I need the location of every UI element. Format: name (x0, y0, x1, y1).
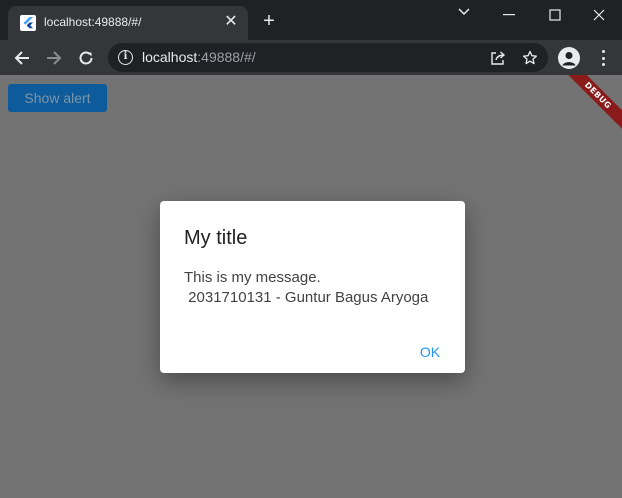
arrow-right-icon[interactable] (41, 45, 67, 71)
dialog-message-line-2: 2031710131 - Guntur Bagus Aryoga (184, 289, 429, 306)
url-text[interactable]: localhost:49888/#/ (142, 49, 256, 65)
ok-button[interactable]: OK (410, 339, 450, 365)
dialog-message-line-1: This is my message. (184, 269, 321, 286)
reload-icon[interactable] (73, 45, 99, 71)
page-viewport: Show alert DEBUG My title This is my mes… (0, 75, 622, 498)
dialog-title: My title (184, 227, 248, 249)
browser-tab[interactable]: localhost:49888/#/ ✕ (8, 6, 248, 40)
share-icon[interactable] (488, 48, 508, 68)
debug-banner: DEBUG (558, 75, 622, 136)
chevron-down-icon[interactable] (452, 2, 476, 22)
browser-toolbar: i localhost:49888/#/ (0, 40, 622, 75)
tab-title: localhost:49888/#/ (44, 15, 142, 29)
minimize-icon[interactable] (486, 0, 532, 30)
show-alert-button[interactable]: Show alert (8, 84, 107, 112)
profile-icon[interactable] (558, 47, 580, 69)
star-icon[interactable] (520, 48, 540, 68)
kebab-menu-icon[interactable] (594, 48, 612, 68)
alert-dialog: My title This is my message. 2031710131 … (160, 201, 465, 373)
browser-title-bar: localhost:49888/#/ ✕ + (0, 0, 622, 40)
close-icon[interactable]: ✕ (222, 13, 240, 31)
arrow-left-icon[interactable] (9, 45, 35, 71)
plus-icon[interactable]: + (258, 10, 280, 32)
address-bar[interactable]: i localhost:49888/#/ (108, 43, 548, 72)
info-icon[interactable]: i (118, 50, 133, 65)
close-window-icon[interactable] (576, 0, 622, 30)
flutter-icon (20, 15, 36, 31)
maximize-icon[interactable] (532, 0, 578, 30)
